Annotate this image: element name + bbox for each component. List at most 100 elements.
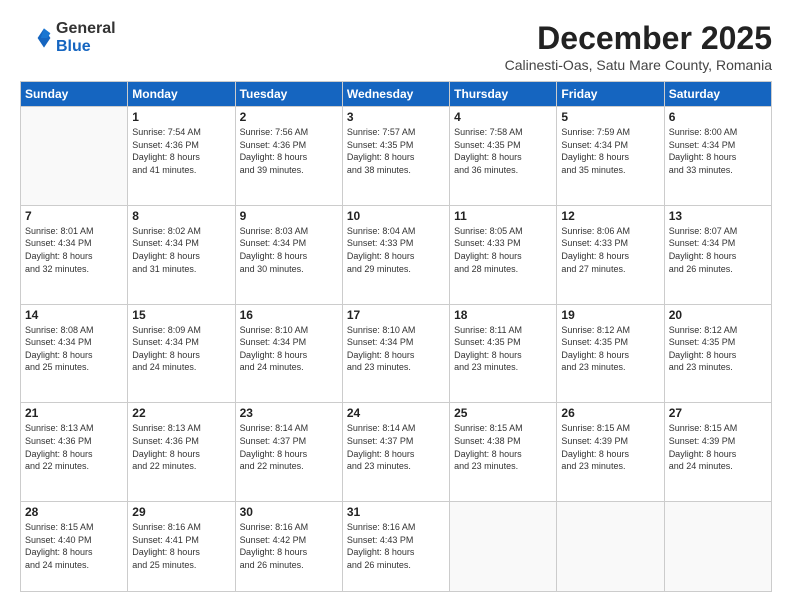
table-row: 13 Sunrise: 8:07 AM Sunset: 4:34 PM Dayli… — [664, 205, 771, 304]
day-info: Sunrise: 7:54 AM Sunset: 4:36 PM Dayligh… — [132, 126, 230, 176]
day-number: 4 — [454, 110, 552, 124]
day-number: 13 — [669, 209, 767, 223]
day-info: Sunrise: 8:16 AM Sunset: 4:41 PM Dayligh… — [132, 521, 230, 571]
day-info: Sunrise: 7:58 AM Sunset: 4:35 PM Dayligh… — [454, 126, 552, 176]
calendar-week-row: 21Sunrise: 8:13 AM Sunset: 4:36 PM Dayli… — [21, 403, 772, 502]
col-monday: Monday — [128, 82, 235, 107]
table-row: 2Sunrise: 7:56 AM Sunset: 4:36 PM Daylig… — [235, 107, 342, 206]
location-subtitle: Calinesti-Oas, Satu Mare County, Romania — [505, 57, 772, 73]
table-row: 5 Sunrise: 7:59 AM Sunset: 4:34 PM Daylig… — [557, 107, 664, 206]
day-info: Sunrise: 7:57 AM Sunset: 4:35 PM Dayligh… — [347, 126, 445, 176]
day-info: Sunrise: 8:04 AM Sunset: 4:33 PM Dayligh… — [347, 225, 445, 275]
col-wednesday: Wednesday — [342, 82, 449, 107]
day-number: 19 — [561, 308, 659, 322]
col-tuesday: Tuesday — [235, 82, 342, 107]
table-row: 21Sunrise: 8:13 AM Sunset: 4:36 PM Dayli… — [21, 403, 128, 502]
table-row: 31Sunrise: 8:16 AM Sunset: 4:43 PM Dayli… — [342, 502, 449, 592]
table-row: 10Sunrise: 8:04 AM Sunset: 4:33 PM Dayli… — [342, 205, 449, 304]
table-row — [557, 502, 664, 592]
day-info: Sunrise: 8:00 AM Sunset: 4:34 PM Dayligh… — [669, 126, 767, 176]
day-info: Sunrise: 8:11 AM Sunset: 4:35 PM Dayligh… — [454, 324, 552, 374]
day-number: 29 — [132, 505, 230, 519]
day-info: Sunrise: 7:59 AM Sunset: 4:34 PM Dayligh… — [561, 126, 659, 176]
day-info: Sunrise: 8:12 AM Sunset: 4:35 PM Dayligh… — [669, 324, 767, 374]
table-row: 16 Sunrise: 8:10 AM Sunset: 4:34 PM Dayli… — [235, 304, 342, 403]
day-info: Sunrise: 8:15 AM Sunset: 4:40 PM Dayligh… — [25, 521, 123, 571]
col-sunday: Sunday — [21, 82, 128, 107]
day-info: Sunrise: 8:16 AM Sunset: 4:43 PM Dayligh… — [347, 521, 445, 571]
day-number: 15 — [132, 308, 230, 322]
day-number: 27 — [669, 406, 767, 420]
table-row: 14 Sunrise: 8:08 AM Sunset: 4:34 PM Dayli… — [21, 304, 128, 403]
day-number: 11 — [454, 209, 552, 223]
table-row: 3 Sunrise: 7:57 AM Sunset: 4:35 PM Daylig… — [342, 107, 449, 206]
table-row: 7 Sunrise: 8:01 AM Sunset: 4:34 PM Daylig… — [21, 205, 128, 304]
table-row: 23Sunrise: 8:14 AM Sunset: 4:37 PM Dayli… — [235, 403, 342, 502]
day-info: Sunrise: 8:08 AM Sunset: 4:34 PM Dayligh… — [25, 324, 123, 374]
day-number: 2 — [240, 110, 338, 124]
day-number: 5 — [561, 110, 659, 124]
table-row — [450, 502, 557, 592]
day-info: Sunrise: 8:01 AM Sunset: 4:34 PM Dayligh… — [25, 225, 123, 275]
calendar-table: Sunday Monday Tuesday Wednesday Thursday… — [20, 81, 772, 592]
col-thursday: Thursday — [450, 82, 557, 107]
day-info: Sunrise: 8:15 AM Sunset: 4:39 PM Dayligh… — [561, 422, 659, 472]
day-info: Sunrise: 8:03 AM Sunset: 4:34 PM Dayligh… — [240, 225, 338, 275]
calendar-week-row: 1Sunrise: 7:54 AM Sunset: 4:36 PM Daylig… — [21, 107, 772, 206]
day-number: 28 — [25, 505, 123, 519]
table-row: 26Sunrise: 8:15 AM Sunset: 4:39 PM Dayli… — [557, 403, 664, 502]
day-info: Sunrise: 8:06 AM Sunset: 4:33 PM Dayligh… — [561, 225, 659, 275]
month-title: December 2025 — [505, 20, 772, 57]
day-number: 16 — [240, 308, 338, 322]
day-info: Sunrise: 8:12 AM Sunset: 4:35 PM Dayligh… — [561, 324, 659, 374]
table-row: 24Sunrise: 8:14 AM Sunset: 4:37 PM Dayli… — [342, 403, 449, 502]
page: General Blue December 2025 Calinesti-Oas… — [0, 0, 792, 612]
table-row: 27 Sunrise: 8:15 AM Sunset: 4:39 PM Dayli… — [664, 403, 771, 502]
day-number: 14 — [25, 308, 123, 322]
col-saturday: Saturday — [664, 82, 771, 107]
table-row: 1Sunrise: 7:54 AM Sunset: 4:36 PM Daylig… — [128, 107, 235, 206]
table-row: 9Sunrise: 8:03 AM Sunset: 4:34 PM Daylig… — [235, 205, 342, 304]
day-info: Sunrise: 8:05 AM Sunset: 4:33 PM Dayligh… — [454, 225, 552, 275]
table-row: 17 Sunrise: 8:10 AM Sunset: 4:34 PM Dayli… — [342, 304, 449, 403]
table-row — [21, 107, 128, 206]
table-row: 20 Sunrise: 8:12 AM Sunset: 4:35 PM Dayli… — [664, 304, 771, 403]
day-number: 7 — [25, 209, 123, 223]
table-row: 15 Sunrise: 8:09 AM Sunset: 4:34 PM Dayli… — [128, 304, 235, 403]
day-info: Sunrise: 8:10 AM Sunset: 4:34 PM Dayligh… — [347, 324, 445, 374]
day-number: 24 — [347, 406, 445, 420]
logo-text: General Blue — [56, 20, 116, 56]
day-info: Sunrise: 8:14 AM Sunset: 4:37 PM Dayligh… — [240, 422, 338, 472]
col-friday: Friday — [557, 82, 664, 107]
day-number: 17 — [347, 308, 445, 322]
day-number: 6 — [669, 110, 767, 124]
day-number: 8 — [132, 209, 230, 223]
day-info: Sunrise: 8:02 AM Sunset: 4:34 PM Dayligh… — [132, 225, 230, 275]
logo: General Blue — [20, 20, 116, 56]
day-info: Sunrise: 8:10 AM Sunset: 4:34 PM Dayligh… — [240, 324, 338, 374]
calendar-week-row: 28 Sunrise: 8:15 AM Sunset: 4:40 PM Dayli… — [21, 502, 772, 592]
day-number: 22 — [132, 406, 230, 420]
day-info: Sunrise: 8:15 AM Sunset: 4:39 PM Dayligh… — [669, 422, 767, 472]
day-number: 21 — [25, 406, 123, 420]
day-number: 3 — [347, 110, 445, 124]
table-row: 28 Sunrise: 8:15 AM Sunset: 4:40 PM Dayli… — [21, 502, 128, 592]
day-number: 25 — [454, 406, 552, 420]
table-row: 30Sunrise: 8:16 AM Sunset: 4:42 PM Dayli… — [235, 502, 342, 592]
table-row: 4 Sunrise: 7:58 AM Sunset: 4:35 PM Daylig… — [450, 107, 557, 206]
day-number: 18 — [454, 308, 552, 322]
day-info: Sunrise: 8:09 AM Sunset: 4:34 PM Dayligh… — [132, 324, 230, 374]
day-number: 12 — [561, 209, 659, 223]
calendar-header-row: Sunday Monday Tuesday Wednesday Thursday… — [21, 82, 772, 107]
title-block: December 2025 Calinesti-Oas, Satu Mare C… — [505, 20, 772, 73]
logo-general: General — [56, 20, 116, 38]
day-info: Sunrise: 8:15 AM Sunset: 4:38 PM Dayligh… — [454, 422, 552, 472]
day-number: 30 — [240, 505, 338, 519]
day-info: Sunrise: 8:07 AM Sunset: 4:34 PM Dayligh… — [669, 225, 767, 275]
table-row: 22Sunrise: 8:13 AM Sunset: 4:36 PM Dayli… — [128, 403, 235, 502]
logo-blue: Blue — [56, 38, 116, 56]
table-row: 18 Sunrise: 8:11 AM Sunset: 4:35 PM Dayli… — [450, 304, 557, 403]
table-row: 11 Sunrise: 8:05 AM Sunset: 4:33 PM Dayli… — [450, 205, 557, 304]
table-row: 8 Sunrise: 8:02 AM Sunset: 4:34 PM Daylig… — [128, 205, 235, 304]
day-number: 20 — [669, 308, 767, 322]
